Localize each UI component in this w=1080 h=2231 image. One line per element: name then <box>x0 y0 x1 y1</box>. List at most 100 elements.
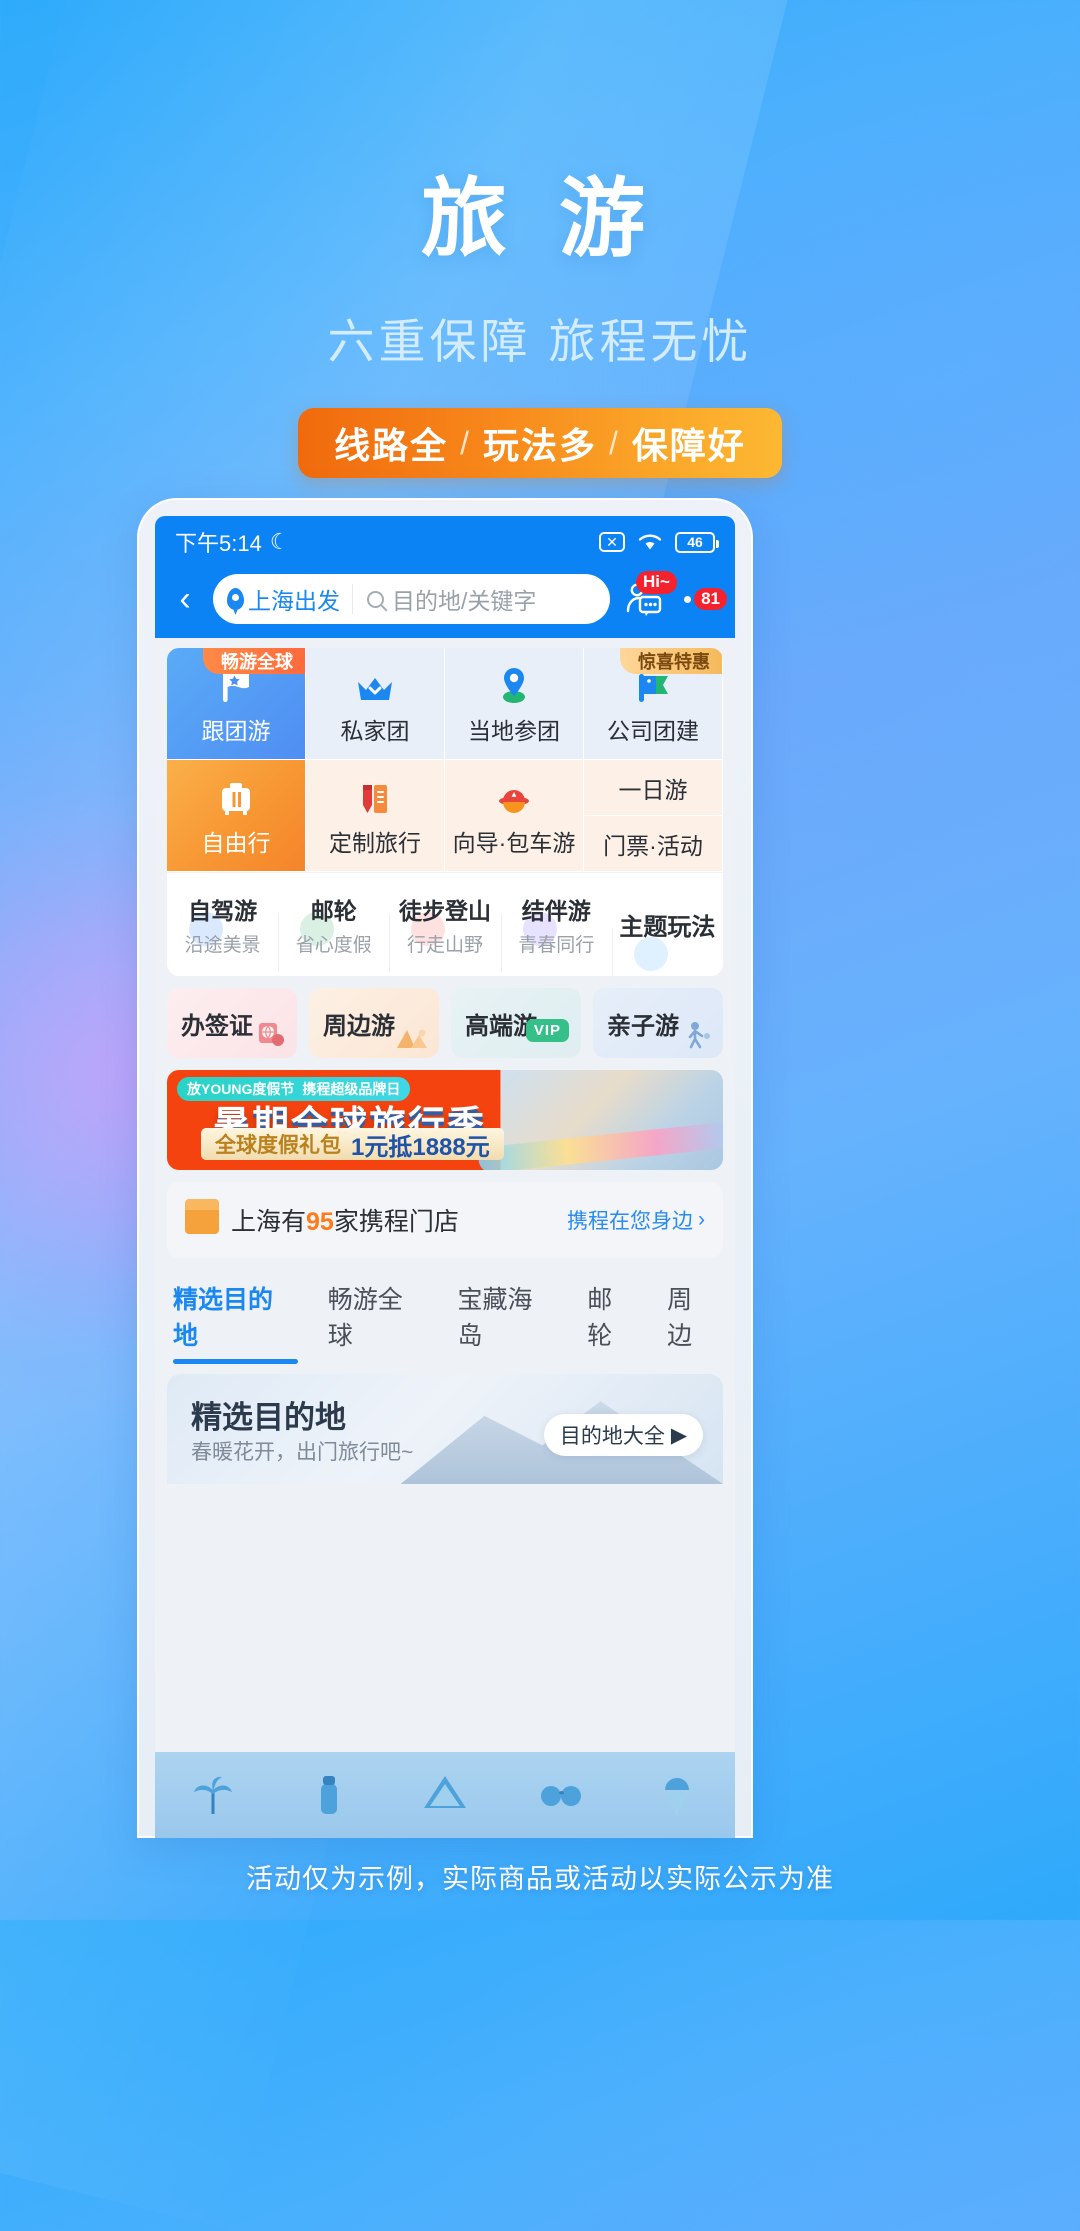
tile-badge-global: 畅游全球 <box>203 648 305 674</box>
promo-ribbon-left: 全球度假礼包 <box>215 1134 341 1157</box>
theme-title: 邮轮 <box>310 898 357 924</box>
theme-item-self-drive[interactable]: 自驾游 沿途美景 <box>167 892 278 957</box>
departure-label: 上海出发 <box>248 588 340 614</box>
service-pill-row: 办签证 周边游 高端游 VIP 亲子游 <box>167 988 723 1058</box>
category-tile-local-tour[interactable]: 当地参团 <box>445 648 584 760</box>
app-content: 畅游全球 跟团游 私家团 当地参团 惊喜特惠 公司团建 自由行 定制旅行 向导·… <box>155 638 735 1484</box>
hero-section: 旅 游 六重保障 旅程无忧 线路全 / 玩法多 / 保障好 <box>0 0 1080 478</box>
pill-label: 周边游 <box>323 1012 395 1040</box>
theme-item-companion[interactable]: 结伴游 青春同行 <box>500 892 612 972</box>
category-tile-free-travel[interactable]: 自由行 <box>167 760 306 872</box>
tab-global[interactable]: 畅游全球 <box>328 1280 428 1364</box>
search-icon <box>367 590 384 608</box>
service-pill-nearby[interactable]: 周边游 <box>309 988 439 1058</box>
status-bar-left: 下午5:14 ☾ <box>175 526 290 558</box>
theme-title: 结伴游 <box>521 898 591 924</box>
theme-item-hiking[interactable]: 徒步登山 行走山野 <box>389 892 500 972</box>
pill-separator-2: / <box>609 424 620 461</box>
status-bar-right: ✕ 46 <box>599 531 719 553</box>
sunglasses-icon[interactable] <box>534 1768 588 1822</box>
tab-cruise[interactable]: 邮轮 <box>587 1280 637 1364</box>
store-strip[interactable]: 上海有95家携程门店 携程在您身边 › <box>167 1182 723 1258</box>
theme-title: 自驾游 <box>188 898 258 924</box>
theme-blob <box>633 937 668 971</box>
disclaimer-text: 活动仅为示例，实际商品或活动以实际公示为准 <box>246 1864 834 1894</box>
pill-part-1: 线路全 <box>334 425 449 466</box>
service-pill-family[interactable]: 亲子游 <box>593 988 723 1058</box>
more-badge: 81 <box>694 587 727 611</box>
status-bar: 下午5:14 ☾ ✕ 46 <box>155 516 735 568</box>
promo-banner[interactable]: 放YOUNG度假节 携程超级品牌日 暑期全球旅行季 全球度假礼包 1元抵1888… <box>167 1070 723 1170</box>
back-button[interactable]: ‹ <box>165 582 205 616</box>
notebook-pen-icon <box>355 774 395 818</box>
category-tile-ticket-activity[interactable]: 门票·活动 <box>584 816 723 872</box>
map-pin-icon <box>496 662 532 706</box>
theme-title: 徒步登山 <box>399 898 491 924</box>
hero-feature-pill: 线路全 / 玩法多 / 保障好 <box>298 408 782 478</box>
store-link-label: 携程在您身边 <box>567 1210 693 1233</box>
theme-row: 自驾游 沿途美景 邮轮 省心度假 徒步登山 行走山野 结伴游 青春同行 主题玩法 <box>167 872 723 976</box>
tab-islands[interactable]: 宝藏海岛 <box>457 1280 557 1364</box>
store-text-prefix: 上海有 <box>231 1208 307 1236</box>
category-tile-custom-travel[interactable]: 定制旅行 <box>306 760 445 872</box>
mountain-icon <box>397 1029 427 1048</box>
category-label: 当地参团 <box>468 717 560 744</box>
store-link[interactable]: 携程在您身边 › <box>567 1205 705 1235</box>
category-label: 私家团 <box>340 717 410 744</box>
category-stack: 一日游 门票·活动 <box>584 760 723 872</box>
promo-banner-art <box>500 1070 723 1170</box>
battery-level: 46 <box>687 534 703 550</box>
departure-selector[interactable]: 上海出发 <box>213 584 353 614</box>
category-label: 跟团游 <box>201 717 271 744</box>
palm-tree-icon[interactable] <box>186 1768 240 1822</box>
tile-badge-special: 惊喜特惠 <box>620 648 722 674</box>
theme-title: 主题玩法 <box>619 914 716 941</box>
category-tile-guide-charter[interactable]: 向导·包车游 <box>445 760 584 872</box>
watermelon-icon[interactable] <box>418 1768 472 1822</box>
service-badge: Hi~ <box>636 571 677 594</box>
destination-card[interactable]: 精选目的地 春暖花开，出门旅行吧~ 目的地大全 ▶ <box>167 1374 723 1484</box>
customer-service-button[interactable]: Hi~ <box>622 571 677 621</box>
pill-part-2: 玩法多 <box>482 425 597 466</box>
pill-label: 办签证 <box>181 1012 253 1040</box>
dot-1 <box>684 595 691 603</box>
category-tile-group-tour[interactable]: 畅游全球 跟团游 <box>167 648 306 760</box>
tab-nearby[interactable]: 周边 <box>667 1280 717 1364</box>
page-title: 旅 游 <box>421 171 659 267</box>
ice-cream-icon[interactable] <box>650 1768 704 1822</box>
store-icon <box>185 1199 219 1234</box>
category-grid: 畅游全球 跟团游 私家团 当地参团 惊喜特惠 公司团建 自由行 定制旅行 向导·… <box>167 648 723 872</box>
service-pill-visa[interactable]: 办签证 <box>167 988 297 1058</box>
theme-subtitle: 沿途美景 <box>184 935 261 956</box>
tab-featured-destinations[interactable]: 精选目的地 <box>173 1280 298 1364</box>
theme-item-more[interactable]: 主题玩法 <box>611 907 723 976</box>
theme-subtitle: 省心度假 <box>295 935 372 956</box>
status-time: 下午5:14 <box>175 531 262 556</box>
pill-label: 亲子游 <box>607 1012 679 1040</box>
category-label: 定制旅行 <box>329 829 421 856</box>
vip-badge: VIP <box>525 1019 569 1042</box>
category-tile-private-tour[interactable]: 私家团 <box>306 648 445 760</box>
search-input[interactable]: 目的地/关键字 <box>353 582 536 616</box>
app-header: ‹ 上海出发 目的地/关键字 Hi~ 81 <box>155 568 735 638</box>
play-triangle-icon: ▶ <box>670 1423 687 1447</box>
theme-item-cruise[interactable]: 邮轮 省心度假 <box>278 892 389 972</box>
more-menu-button[interactable]: 81 <box>680 587 727 611</box>
wifi-icon <box>638 534 662 550</box>
service-pill-premium[interactable]: 高端游 VIP <box>451 988 581 1058</box>
promo-ribbon: 全球度假礼包 1元抵1888元 <box>201 1128 504 1161</box>
category-tile-one-day-tour[interactable]: 一日游 <box>584 760 723 816</box>
visa-globe-icon <box>259 1023 284 1046</box>
theme-subtitle: 青春同行 <box>518 935 595 956</box>
crown-icon <box>353 662 397 706</box>
category-label: 一日游 <box>618 776 688 803</box>
search-bar[interactable]: 上海出发 目的地/关键字 <box>213 574 610 624</box>
thermos-icon[interactable] <box>302 1768 356 1822</box>
battery-icon: 46 <box>675 531 719 553</box>
suitcase-icon <box>215 774 257 818</box>
destination-card-subtitle: 春暖花开，出门旅行吧~ <box>191 1441 414 1464</box>
category-grid-card: 畅游全球 跟团游 私家团 当地参团 惊喜特惠 公司团建 自由行 定制旅行 向导·… <box>167 648 723 976</box>
bottom-nav <box>155 1752 735 1838</box>
category-tile-company-team[interactable]: 惊喜特惠 公司团建 <box>584 648 723 760</box>
destination-all-button[interactable]: 目的地大全 ▶ <box>543 1414 703 1456</box>
